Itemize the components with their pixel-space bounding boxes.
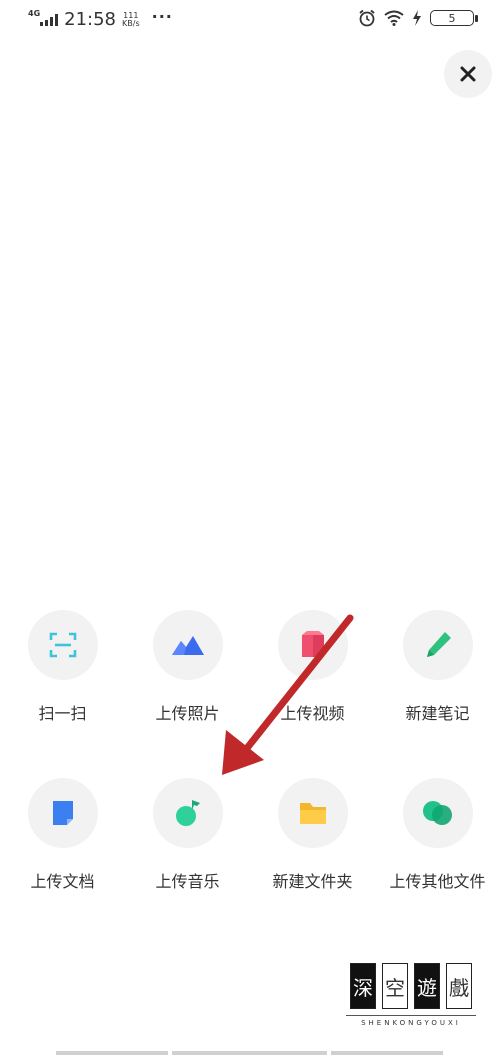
watermark-subtitle: SHENKONGYOUXI bbox=[361, 1019, 461, 1027]
gesture-segment bbox=[56, 1051, 168, 1055]
watermark-divider bbox=[346, 1015, 476, 1016]
gesture-bar bbox=[0, 1051, 500, 1057]
watermark-char: 遊 bbox=[414, 963, 440, 1009]
gesture-segment bbox=[172, 1051, 327, 1055]
watermark: 深 空 遊 戲 SHENKONGYOUXI bbox=[346, 963, 476, 1027]
watermark-char: 戲 bbox=[446, 963, 472, 1009]
gesture-segment bbox=[331, 1051, 443, 1055]
watermark-char: 深 bbox=[350, 963, 376, 1009]
watermark-char: 空 bbox=[382, 963, 408, 1009]
annotation-arrow bbox=[222, 614, 354, 775]
